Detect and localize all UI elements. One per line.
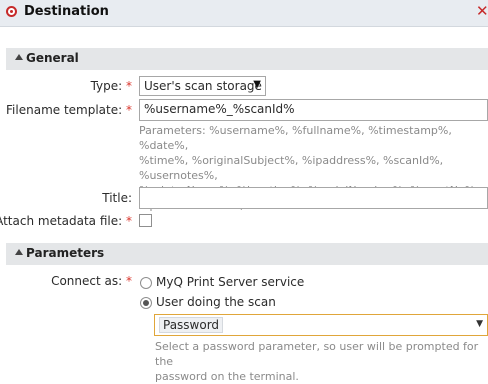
attach-metadata-label: Attach metadata file: * [0,214,132,228]
section-header-parameters[interactable]: Parameters [6,243,488,265]
required-marker: * [126,79,132,93]
dialog-title: Destination [24,4,109,19]
type-select[interactable]: User's scan storage ▼ [139,76,266,96]
password-parameter-help: Select a password parameter, so user wil… [155,339,488,384]
attach-metadata-label-text: Attach metadata file: [0,214,123,228]
radio-user-doing-scan[interactable] [140,297,152,309]
radio-myq-service-label[interactable]: MyQ Print Server service [156,275,304,289]
help-line: password on the terminal. [155,370,299,383]
required-marker: * [126,103,132,117]
title-label: Title: [102,191,132,205]
title-label-text: Title: [102,191,132,205]
type-label: Type: * [91,79,132,93]
connect-as-label-text: Connect as: [51,274,123,288]
help-line: Select a password parameter, so user wil… [155,340,479,368]
dropdown-caret-icon: ▼ [476,319,483,329]
section-title: Parameters [26,246,105,260]
title-input[interactable] [139,187,488,209]
connect-as-label: Connect as: * [51,274,132,288]
dropdown-caret-icon: ▼ [253,79,261,90]
password-parameter-select[interactable]: Password ▼ [154,314,488,336]
required-marker: * [126,214,132,228]
type-label-text: Type: [90,79,123,93]
section-title: General [26,51,79,65]
help-line: %time%, %originalSubject%, %ipaddress%, … [139,154,444,182]
radio-myq-service[interactable] [140,277,152,289]
collapse-triangle-icon[interactable] [15,249,23,255]
password-parameter-value: Password [159,317,224,333]
filename-template-label: Filename template: * [6,103,132,117]
type-select-value: User's scan storage [144,79,262,93]
collapse-triangle-icon[interactable] [15,54,23,60]
help-line: Parameters: %username%, %fullname%, %tim… [139,124,452,152]
required-marker: * [126,274,132,288]
radio-user-doing-scan-label[interactable]: User doing the scan [156,295,276,309]
close-icon[interactable]: ✕ [476,3,488,19]
section-header-general[interactable]: General [6,48,488,70]
filename-template-input[interactable]: %username%_%scanId% [139,99,488,121]
destination-target-icon [6,6,17,17]
attach-metadata-checkbox[interactable] [139,214,152,227]
filename-template-value: %username%_%scanId% [144,102,295,116]
filename-template-label-text: Filename template: [6,103,123,117]
